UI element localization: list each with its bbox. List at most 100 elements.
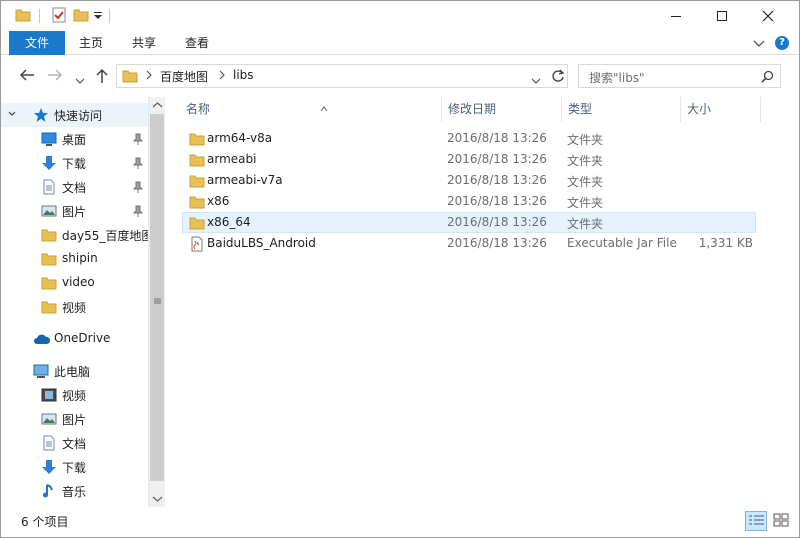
column-label: 类型: [568, 102, 593, 116]
column-header-date[interactable]: 修改日期: [442, 97, 562, 122]
file-explorer-window: 文件 主页 共享 查看 ? 百度地图 libs 搜索"libs" 快速访问 桌面…: [0, 0, 800, 538]
grip-icon: [154, 294, 161, 308]
document-icon: [41, 435, 57, 454]
pin-icon[interactable]: [132, 181, 144, 196]
column-header-type[interactable]: 类型: [562, 97, 681, 122]
sidebar-item-pictures[interactable]: 图片: [1, 199, 149, 223]
sidebar-item-shipin-cn[interactable]: 视频: [1, 295, 149, 319]
chevron-right-icon[interactable]: [218, 69, 226, 84]
file-list: 名称 修改日期 类型 大小 arm64-v8a 2016/8/18 13:26 …: [166, 97, 799, 507]
sidebar-item-label: day55_百度地图: [62, 229, 149, 243]
chevron-down-icon[interactable]: [753, 38, 765, 52]
file-name: arm64-v8a: [207, 131, 273, 145]
sidebar-item-documents-pc[interactable]: 文档: [1, 431, 149, 455]
sidebar-item-videos[interactable]: 视频: [1, 383, 149, 407]
cloud-icon: [33, 331, 51, 350]
folder-icon: [189, 131, 205, 150]
properties-icon[interactable]: [51, 7, 67, 25]
pin-icon[interactable]: [132, 205, 144, 220]
tab-file[interactable]: 文件: [9, 31, 65, 55]
navigation-pane: 快速访问 桌面 下载 文档 图片 day55_百度地图 shipin video…: [1, 97, 149, 507]
breadcrumb-item[interactable]: libs: [233, 68, 254, 82]
scrollbar-thumb[interactable]: [150, 114, 164, 481]
chevron-down-icon[interactable]: [531, 73, 541, 87]
forward-arrow-icon[interactable]: [47, 68, 63, 85]
sidebar-item-quick-access[interactable]: 快速访问: [1, 103, 149, 127]
help-icon[interactable]: ?: [775, 36, 789, 50]
breadcrumb-item[interactable]: 百度地图: [160, 68, 208, 85]
file-size: 1,331 KB: [698, 236, 753, 250]
document-icon: [41, 179, 57, 198]
folder-icon: [41, 299, 57, 318]
table-row[interactable]: x86 2016/8/18 13:26 文件夹: [182, 191, 756, 212]
new-folder-icon[interactable]: [73, 7, 89, 25]
details-view-button[interactable]: [745, 511, 767, 531]
toolbar-separator: [109, 7, 110, 25]
large-icons-view-button[interactable]: [771, 511, 793, 531]
sidebar-item-label: 音乐: [62, 485, 87, 499]
sidebar-scrollbar[interactable]: [148, 97, 165, 507]
sidebar-item-onedrive[interactable]: OneDrive: [1, 327, 149, 351]
folder-icon: [41, 275, 57, 294]
table-row[interactable]: armeabi-v7a 2016/8/18 13:26 文件夹: [182, 170, 756, 191]
pin-icon[interactable]: [132, 157, 144, 172]
sidebar-item-pictures-pc[interactable]: 图片: [1, 407, 149, 431]
folder-icon: [189, 194, 205, 213]
sidebar-item-this-pc[interactable]: 此电脑: [1, 359, 149, 383]
sidebar-item-label: 视频: [62, 389, 87, 403]
picture-icon: [41, 203, 57, 222]
sidebar-item-downloads-pc[interactable]: 下载: [1, 455, 149, 479]
address-bar[interactable]: 百度地图 libs: [116, 64, 568, 88]
table-row[interactable]: armeabi 2016/8/18 13:26 文件夹: [182, 149, 756, 170]
scroll-down-arrow-icon[interactable]: [149, 490, 166, 507]
chevron-down-icon[interactable]: [7, 107, 17, 124]
ribbon-tabs: 文件 主页 共享 查看 ?: [1, 31, 799, 55]
column-label: 修改日期: [448, 102, 497, 116]
file-date: 2016/8/18 13:26: [447, 131, 547, 145]
file-date: 2016/8/18 13:26: [447, 215, 547, 229]
file-name: x86_64: [207, 215, 251, 229]
sidebar-item-music[interactable]: 音乐: [1, 479, 149, 503]
scroll-up-arrow-icon[interactable]: [149, 97, 166, 114]
column-label: 名称: [186, 102, 211, 116]
sidebar-item-desktop[interactable]: 桌面: [1, 127, 149, 151]
sidebar-item-documents[interactable]: 文档: [1, 175, 149, 199]
folder-icon[interactable]: [15, 7, 31, 25]
folder-icon: [41, 227, 57, 246]
maximize-button[interactable]: [699, 1, 745, 31]
sidebar-item-video[interactable]: video: [1, 271, 149, 295]
up-arrow-icon[interactable]: [95, 68, 109, 87]
search-icon[interactable]: [761, 70, 774, 86]
close-button[interactable]: [745, 1, 791, 31]
sidebar-item-label: 图片: [62, 205, 87, 219]
search-input[interactable]: 搜索"libs": [578, 64, 781, 88]
navigation-bar: 百度地图 libs 搜索"libs": [1, 55, 799, 97]
toolbar-separator: [39, 7, 40, 25]
column-header-size[interactable]: 大小: [681, 97, 761, 122]
column-header-name[interactable]: 名称: [180, 97, 442, 122]
sidebar-item-label: 桌面: [62, 133, 87, 147]
pin-icon[interactable]: [132, 133, 144, 148]
customize-quick-access-icon[interactable]: [93, 7, 103, 25]
refresh-icon[interactable]: [551, 69, 565, 86]
tab-share[interactable]: 共享: [119, 31, 169, 55]
minimize-button[interactable]: [653, 1, 699, 31]
tab-home[interactable]: 主页: [67, 31, 115, 55]
sidebar-item-shipin[interactable]: shipin: [1, 247, 149, 271]
table-row[interactable]: x86_64 2016/8/18 13:26 文件夹: [182, 212, 756, 233]
chevron-right-icon[interactable]: [145, 69, 153, 84]
music-note-icon: [41, 483, 57, 502]
back-arrow-icon[interactable]: [19, 68, 35, 85]
video-icon: [41, 387, 57, 406]
download-arrow-icon: [41, 155, 57, 174]
search-placeholder: 搜索"libs": [589, 71, 645, 85]
sidebar-item-downloads[interactable]: 下载: [1, 151, 149, 175]
recent-locations-icon[interactable]: [75, 73, 85, 87]
sidebar-item-day55[interactable]: day55_百度地图: [1, 223, 149, 247]
table-row[interactable]: arm64-v8a 2016/8/18 13:26 文件夹: [182, 128, 756, 149]
table-row[interactable]: BaiduLBS_Android 2016/8/18 13:26 Executa…: [182, 233, 756, 254]
file-date: 2016/8/18 13:26: [447, 152, 547, 166]
download-arrow-icon: [41, 459, 57, 478]
tab-view[interactable]: 查看: [171, 31, 223, 55]
sidebar-item-label: 文档: [62, 181, 87, 195]
